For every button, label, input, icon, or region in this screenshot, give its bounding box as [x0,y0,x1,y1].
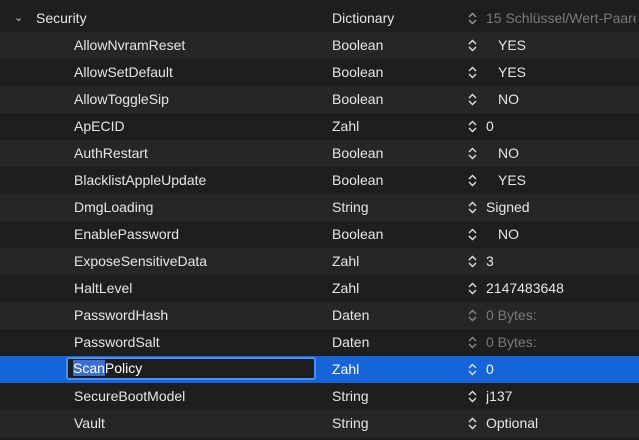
table-row[interactable]: DmgLoading String Signed [0,194,639,221]
up-down-stepper-icon[interactable] [468,86,480,113]
table-row[interactable]: ScanPolicy Zahl 0 [0,356,639,383]
up-down-stepper-icon[interactable] [468,32,480,59]
row-value[interactable]: 0 Bytes: [486,329,636,356]
up-down-stepper-icon[interactable] [468,248,480,275]
row-key[interactable]: SecureBootModel [74,383,324,410]
row-type[interactable]: Boolean [332,32,452,59]
row-security[interactable]: ⌄ Security Dictionary 15 Schlüssel/Wert-… [0,5,639,32]
row-key[interactable]: HaltLevel [74,275,324,302]
up-down-stepper-icon[interactable] [468,383,480,410]
table-row[interactable]: AllowToggleSip Boolean NO [0,86,639,113]
row-key[interactable]: AllowSetDefault [74,59,324,86]
row-type[interactable]: Boolean [332,86,452,113]
row-value[interactable]: NO [498,86,639,113]
row-value[interactable]: 2147483648 [486,275,636,302]
row-value[interactable]: 3 [486,248,636,275]
row-type[interactable]: Boolean [332,221,452,248]
row-key[interactable]: Vault [74,410,324,437]
table-row[interactable]: PasswordHash Daten 0 Bytes: [0,302,639,329]
row-type[interactable]: Zahl [332,356,452,383]
row-value[interactable]: YES [498,59,639,86]
row-value[interactable]: YES [498,167,639,194]
up-down-stepper-icon[interactable] [468,356,480,383]
row-key[interactable]: EnablePassword [74,221,324,248]
row-value: 15 Schlüssel/Wert-Paare [486,10,636,26]
chevron-down-icon[interactable]: ⌄ [14,5,23,32]
row-type[interactable]: Zahl [332,248,452,275]
row-type[interactable]: Zahl [332,113,452,140]
up-down-stepper-icon[interactable] [468,275,480,302]
table-row[interactable]: Vault String Optional [0,410,639,437]
up-down-stepper-icon[interactable] [468,113,480,140]
table-row[interactable]: SecureBootModel String j137 [0,383,639,410]
up-down-stepper-icon[interactable] [468,221,480,248]
row-type[interactable]: Zahl [332,275,452,302]
table-row[interactable]: AllowNvramReset Boolean YES [0,32,639,59]
row-key[interactable]: ApECID [74,113,324,140]
row-value[interactable]: Optional [486,410,636,437]
up-down-stepper-icon[interactable] [468,140,480,167]
row-value[interactable]: Signed [486,194,636,221]
row-value[interactable]: j137 [486,383,636,410]
up-down-stepper-icon[interactable] [468,5,480,32]
row-value[interactable]: NO [498,140,639,167]
row-key[interactable]: Security [36,5,286,32]
row-type[interactable]: Boolean [332,167,452,194]
key-edit-text: ScanPolicy [73,359,142,378]
row-key[interactable]: BlacklistAppleUpdate [74,167,324,194]
row-type[interactable]: Boolean [332,59,452,86]
table-row[interactable]: PasswordSalt Daten 0 Bytes: [0,329,639,356]
row-key[interactable]: PasswordHash [74,302,324,329]
row-key[interactable]: AllowNvramReset [74,32,324,59]
row-value[interactable]: 0 [486,356,636,383]
row-key[interactable]: DmgLoading [74,194,324,221]
row-type[interactable]: Daten [332,329,452,356]
up-down-stepper-icon[interactable] [468,59,480,86]
row-value[interactable]: NO [498,221,639,248]
up-down-stepper-icon[interactable] [468,410,480,437]
row-key[interactable]: AuthRestart [74,140,324,167]
row-type[interactable]: String [332,194,452,221]
table-row[interactable]: EnablePassword Boolean NO [0,221,639,248]
up-down-stepper-icon[interactable] [468,302,480,329]
row-value[interactable]: YES [498,32,639,59]
row-value[interactable]: 0 [486,113,636,140]
up-down-stepper-icon[interactable] [468,167,480,194]
table-row[interactable]: HaltLevel Zahl 2147483648 [0,275,639,302]
row-type[interactable]: String [332,410,452,437]
table-row[interactable]: ExposeSensitiveData Zahl 3 [0,248,639,275]
table-row[interactable]: AllowSetDefault Boolean YES [0,59,639,86]
row-key[interactable]: PasswordSalt [74,329,324,356]
row-type[interactable]: Daten [332,302,452,329]
text-rest: Policy [104,360,143,376]
row-key[interactable]: ExposeSensitiveData [74,248,324,275]
text-selection: Scan [73,360,105,376]
row-value[interactable]: 0 Bytes: [486,302,636,329]
row-type[interactable]: Boolean [332,140,452,167]
up-down-stepper-icon[interactable] [468,329,480,356]
plist-editor: ⌄ Security Dictionary 15 Schlüssel/Wert-… [0,0,639,440]
row-key[interactable]: AllowToggleSip [74,86,324,113]
up-down-stepper-icon[interactable] [468,194,480,221]
table-row[interactable]: AuthRestart Boolean NO [0,140,639,167]
table-row[interactable]: ApECID Zahl 0 [0,113,639,140]
row-type[interactable]: Dictionary [332,5,452,32]
key-edit-field[interactable]: ScanPolicy [66,357,316,380]
table-row[interactable]: BlacklistAppleUpdate Boolean YES [0,167,639,194]
row-type[interactable]: String [332,383,452,410]
